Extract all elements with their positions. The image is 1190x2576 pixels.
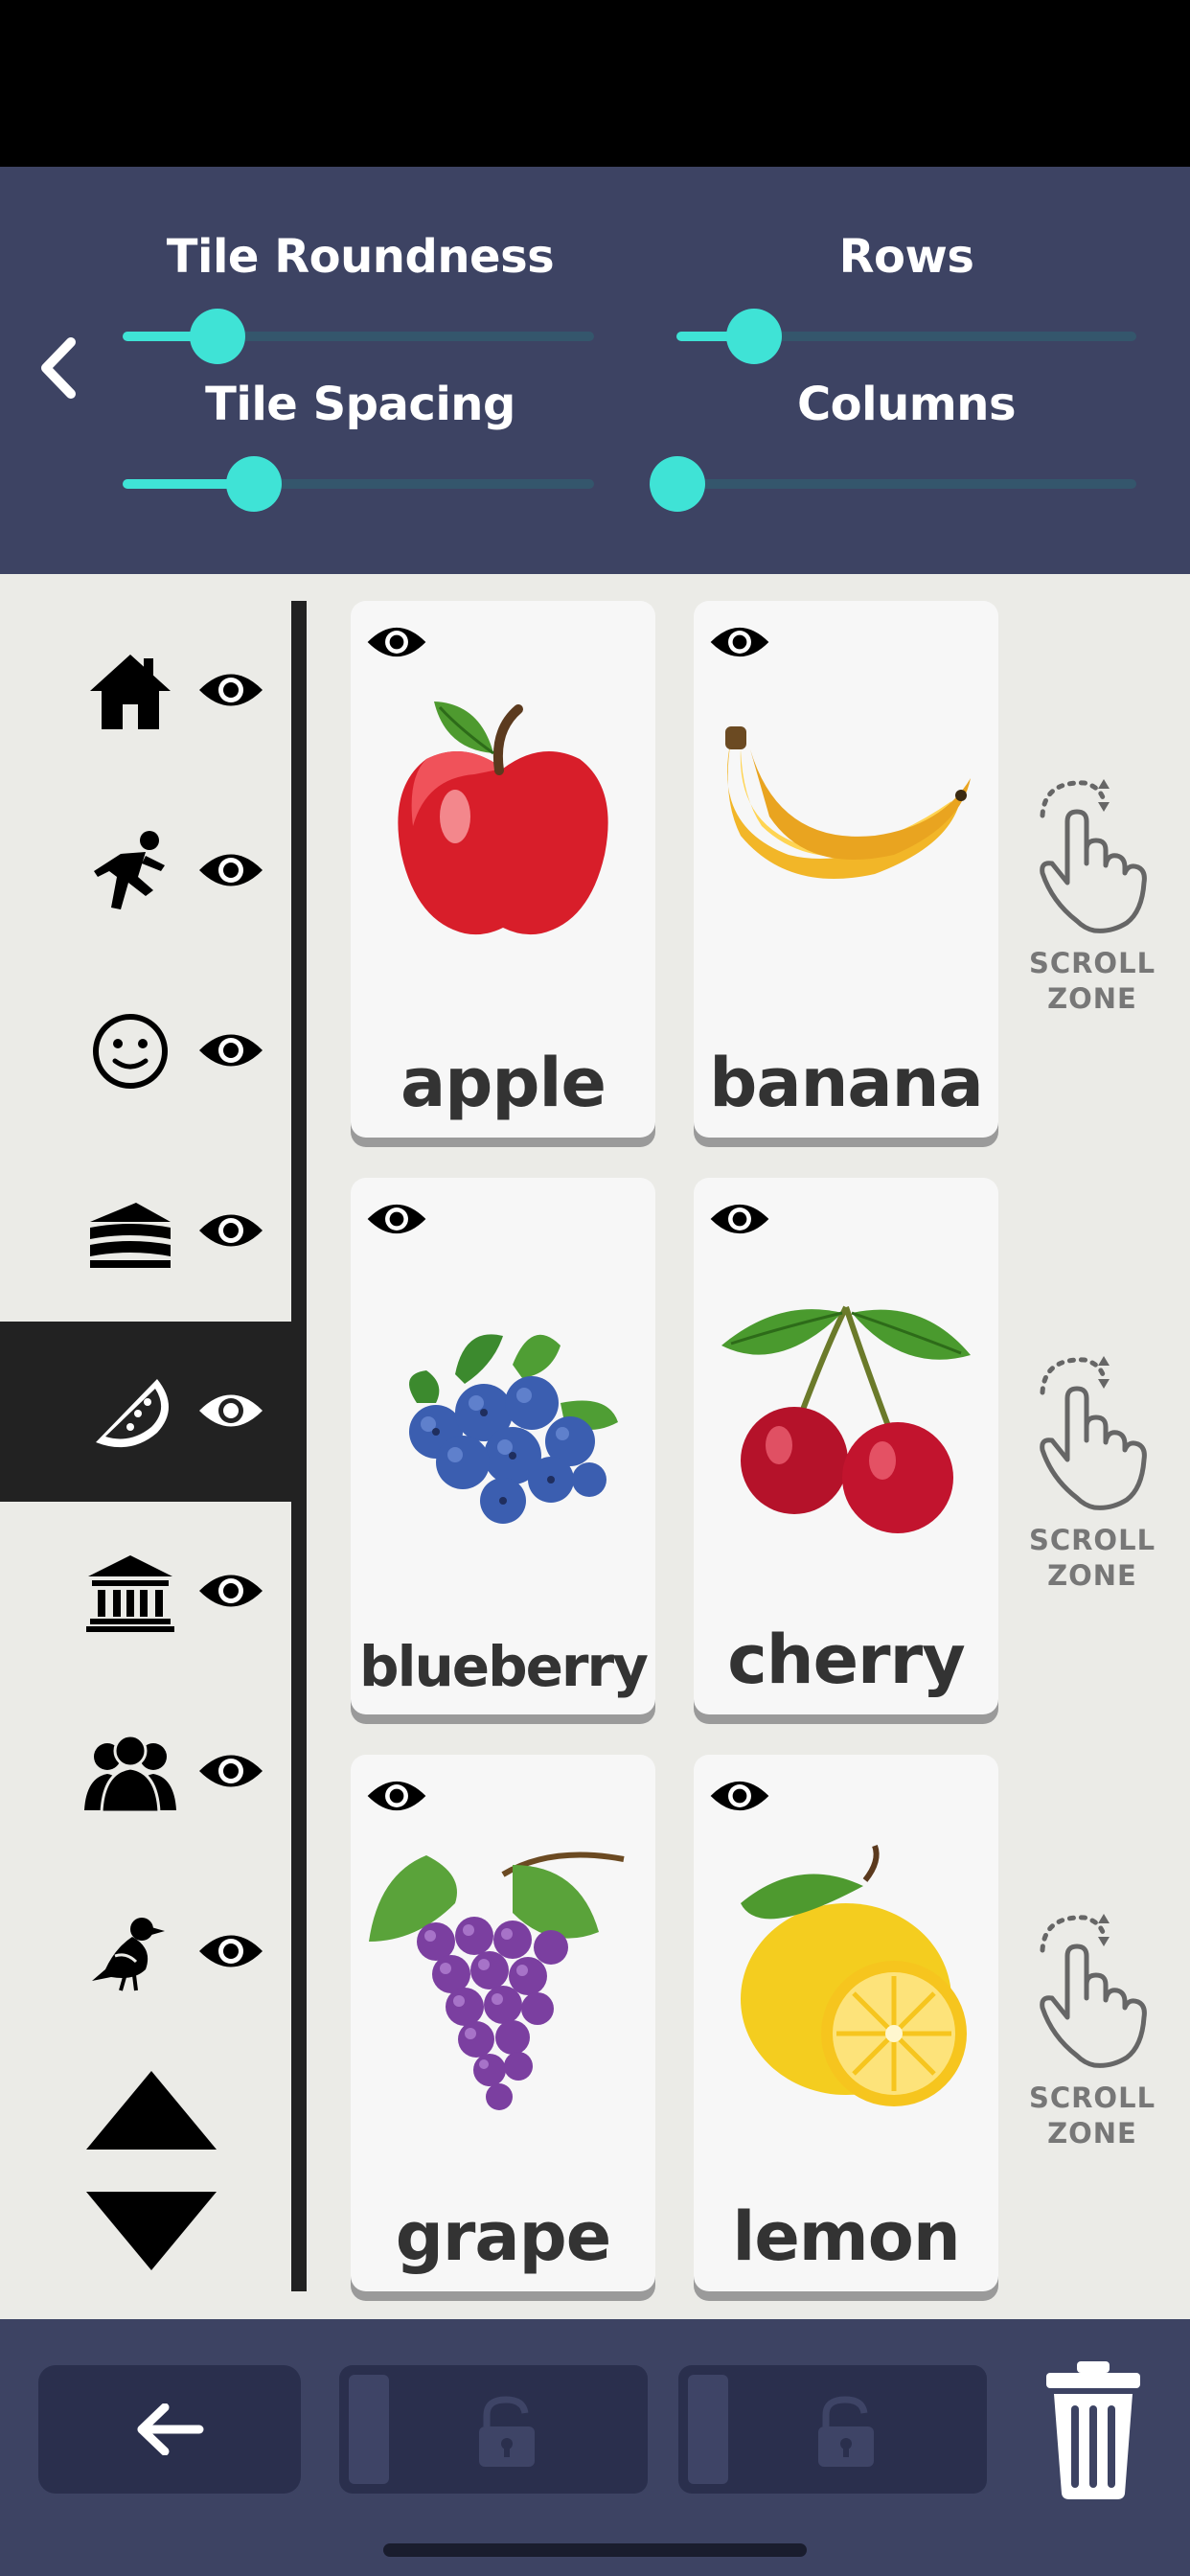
rows-thumb[interactable] (726, 309, 782, 364)
scroll-zone-label: ZONE (1047, 2117, 1137, 2150)
lemon-image (741, 1844, 967, 2106)
eye-icon[interactable] (364, 1774, 429, 1818)
sidebar-divider (291, 601, 307, 2291)
sidebar-item-feelings[interactable] (0, 961, 291, 1141)
scroll-zone-label: ZONE (1047, 1559, 1137, 1592)
sidebar-item-animals[interactable] (0, 1862, 291, 2042)
rows-label: Rows (838, 230, 974, 284)
eye-icon[interactable] (364, 620, 429, 664)
home-indicator (383, 2543, 807, 2557)
tile-lemon[interactable]: lemon (694, 1755, 998, 2291)
tile-roundness-label: Tile Roundness (166, 230, 555, 284)
eye-icon[interactable] (707, 1197, 772, 1241)
hand-swipe-icon (1040, 1356, 1147, 1510)
triangle-up-icon[interactable] (82, 2067, 220, 2153)
smiley-face-icon (93, 1014, 168, 1089)
tile-blueberry[interactable]: blueberry (351, 1178, 655, 1714)
eye-icon[interactable] (197, 1747, 264, 1795)
bird-icon (92, 1918, 165, 1991)
watermelon-slice-icon (96, 1379, 169, 1448)
eye-icon[interactable] (364, 1197, 429, 1241)
tile-apple[interactable]: apple (351, 601, 655, 1138)
content-area: apple banana blueberry cherry grape lemo… (0, 574, 1190, 2319)
sidebar-item-home[interactable] (0, 601, 291, 781)
tile-label: banana (709, 1044, 983, 1122)
tile-grape[interactable]: grape (351, 1755, 655, 2291)
eye-icon[interactable] (197, 1026, 264, 1074)
home-icon (90, 655, 171, 729)
sidebar-item-food[interactable] (0, 1141, 291, 1322)
locked-slot[interactable] (339, 2365, 648, 2494)
blueberry-image (409, 1334, 618, 1524)
tile-cherry[interactable]: cherry (694, 1178, 998, 1714)
rows-slider[interactable] (676, 309, 1136, 364)
tile-label: blueberry (359, 1634, 649, 1699)
eye-icon[interactable] (707, 620, 772, 664)
scroll-zone[interactable]: SCROLL ZONE (1016, 777, 1169, 1026)
tile-label: apple (400, 1044, 606, 1122)
tile-spacing-label: Tile Spacing (205, 378, 515, 431)
scroll-zone-label: SCROLL (1028, 1524, 1156, 1556)
unlock-icon (818, 2396, 874, 2467)
back-button[interactable] (38, 2365, 301, 2494)
tile-label: cherry (727, 1621, 965, 1699)
bottom-toolbar (0, 2319, 1190, 2576)
category-sidebar (0, 574, 291, 2319)
trash-icon[interactable] (1042, 2358, 1144, 2501)
eye-icon[interactable] (197, 666, 264, 714)
tile-spacing-slider[interactable] (123, 456, 594, 512)
triangle-down-icon[interactable] (82, 2188, 220, 2274)
tile-roundness-slider[interactable] (123, 309, 594, 364)
scroll-zone-label: SCROLL (1028, 947, 1156, 979)
status-bar (0, 0, 1190, 167)
columns-slider[interactable] (650, 456, 1136, 512)
museum-building-icon (86, 1555, 174, 1632)
running-person-icon (94, 831, 165, 909)
sidebar-item-actions[interactable] (0, 781, 291, 961)
scroll-zone[interactable]: SCROLL ZONE (1016, 1354, 1169, 1603)
eye-icon[interactable] (707, 1774, 772, 1818)
apple-image (398, 702, 608, 935)
sidebar-item-fruits[interactable] (0, 1322, 291, 1502)
eye-icon[interactable] (197, 1207, 264, 1254)
hand-swipe-icon (1040, 779, 1147, 933)
sidebar-item-people[interactable] (0, 1682, 291, 1862)
scroll-zone-label: SCROLL (1028, 2082, 1156, 2114)
sidebar-item-places[interactable] (0, 1502, 291, 1682)
chevron-left-icon (41, 337, 76, 399)
eye-icon[interactable] (197, 1927, 264, 1975)
unlock-icon (479, 2396, 535, 2467)
cherry-image (721, 1305, 971, 1533)
locked-slot[interactable] (678, 2365, 987, 2494)
eye-icon[interactable] (197, 1567, 264, 1615)
eye-icon[interactable] (197, 846, 264, 894)
hand-swipe-icon (1040, 1914, 1147, 2068)
back-chevron-button[interactable] (29, 330, 86, 406)
banana-image (725, 726, 971, 879)
tile-label: grape (395, 2197, 611, 2276)
settings-panel: Tile Roundness Rows Tile Spacing Columns (0, 167, 1190, 574)
cake-slice-icon (90, 1203, 171, 1268)
eye-icon[interactable] (197, 1387, 264, 1435)
tile-banana[interactable]: banana (694, 601, 998, 1138)
scroll-zone-label: ZONE (1047, 982, 1137, 1015)
grape-image (369, 1852, 625, 2110)
people-group-icon (84, 1734, 176, 1814)
scroll-zone[interactable]: SCROLL ZONE (1016, 1912, 1169, 2161)
tile-spacing-thumb[interactable] (226, 456, 282, 512)
columns-label: Columns (796, 378, 1017, 431)
tile-roundness-thumb[interactable] (190, 309, 245, 364)
tile-label: lemon (732, 2197, 960, 2276)
columns-thumb[interactable] (650, 456, 705, 512)
arrow-left-icon (137, 2404, 204, 2455)
